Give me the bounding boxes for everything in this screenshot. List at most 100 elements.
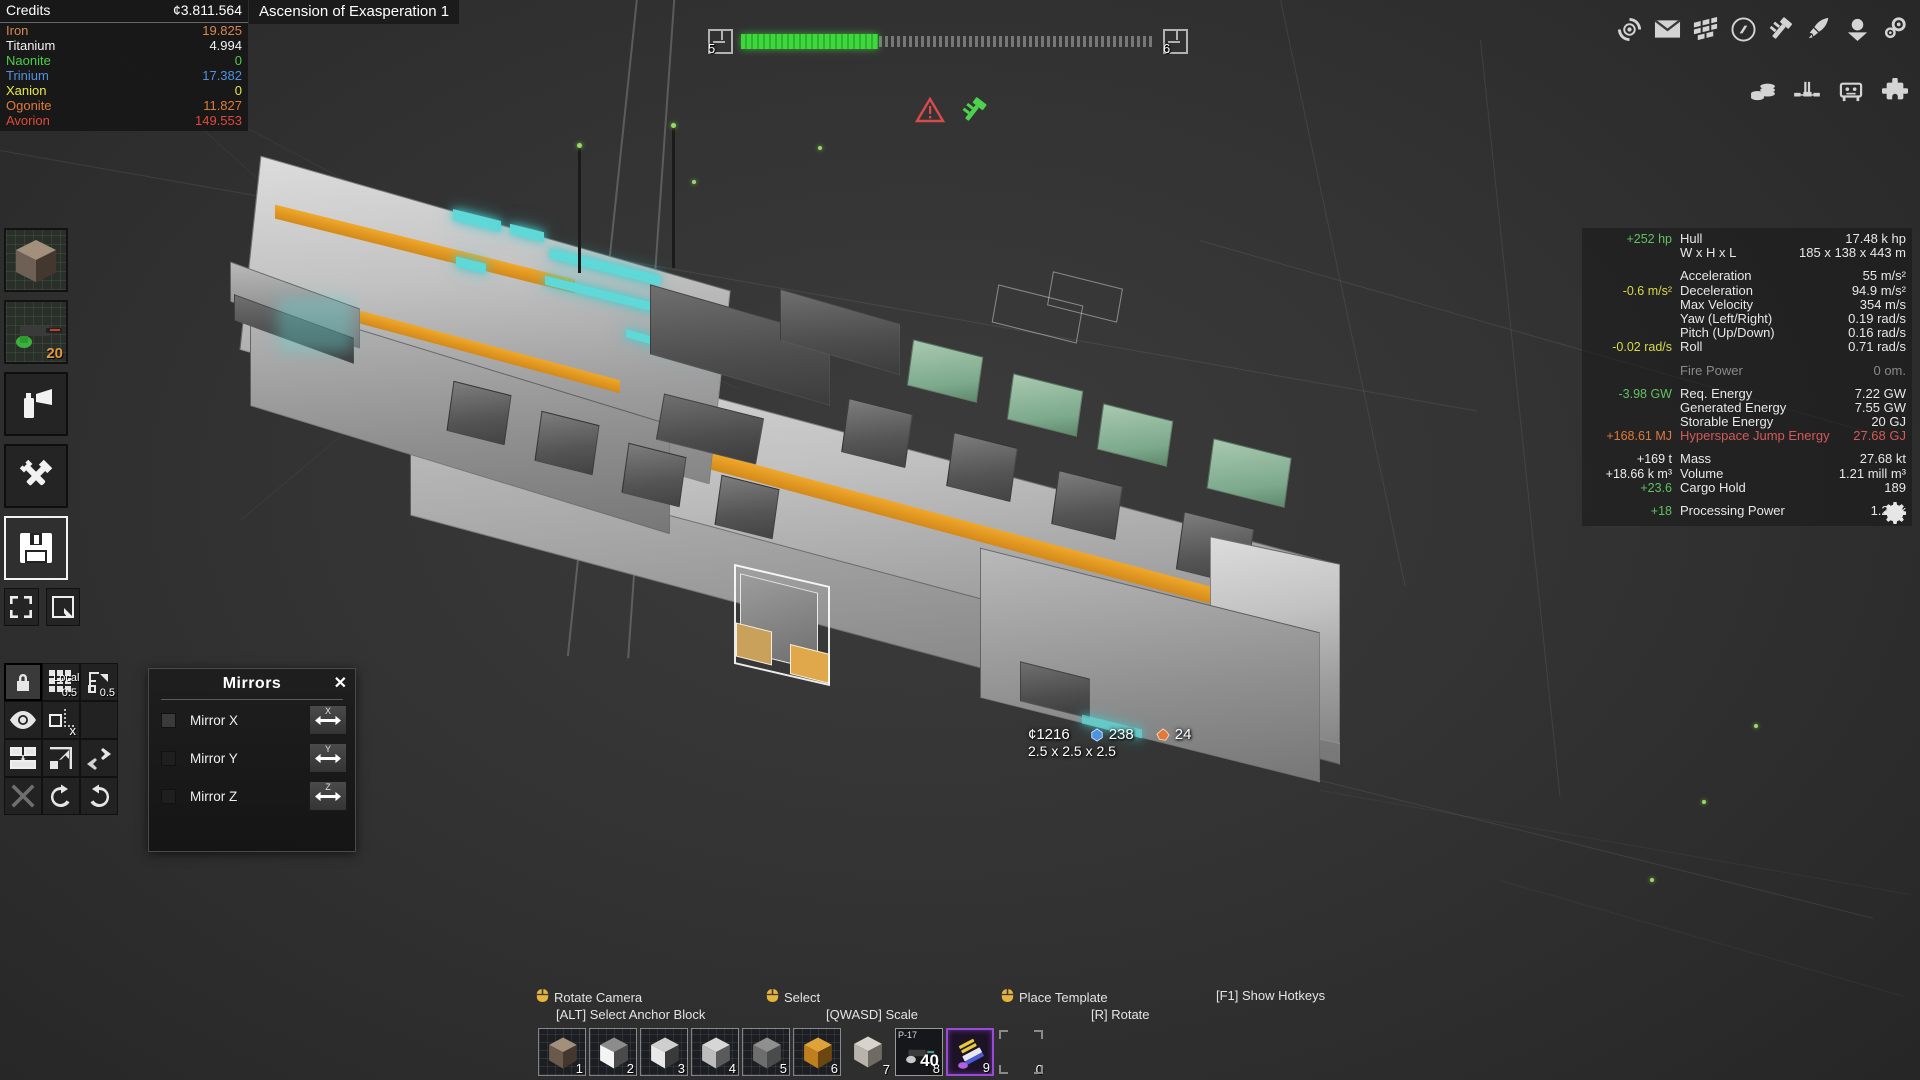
- build-tools-icon[interactable]: [1766, 14, 1796, 44]
- control-hint: [R] Rotate: [1091, 1007, 1150, 1022]
- stat-row: +23.6 Cargo Hold 189: [1588, 479, 1906, 495]
- turret-selector[interactable]: 20: [4, 300, 68, 364]
- hotbar-block-armor[interactable]: 5: [742, 1028, 790, 1076]
- save-design[interactable]: [4, 516, 68, 580]
- trade-coins-icon[interactable]: [1748, 76, 1778, 106]
- settings-gears-icon[interactable]: [1880, 14, 1910, 44]
- delete-tool[interactable]: [4, 777, 42, 815]
- floppy-disk-icon: [6, 518, 66, 578]
- hotbar[interactable]: 1 2 3 4 5 6 7 P-17 40 8 9 0: [538, 1028, 1045, 1077]
- build-tool-grid[interactable]: Local 0.5 0.5 x: [4, 663, 118, 815]
- resource-row: Xanion 0: [0, 83, 248, 98]
- top-icon-bar[interactable]: [1614, 14, 1910, 44]
- mirror-z-checkbox[interactable]: [161, 788, 176, 804]
- hotbar-block-thruster[interactable]: 3: [640, 1028, 688, 1076]
- mirror-x-checkbox[interactable]: [161, 712, 176, 728]
- mouse-icon: [1001, 988, 1014, 1006]
- resource-name: Xanion: [6, 83, 47, 98]
- warning-triangle-icon[interactable]: [914, 96, 946, 129]
- hotbar-slot-number: 5: [779, 1061, 787, 1076]
- stat-delta: -3.98 GW: [1618, 386, 1673, 401]
- hotbar-slot-number: 6: [830, 1061, 838, 1076]
- hotbar-block-light[interactable]: 2: [589, 1028, 637, 1076]
- block-dimensions: 2.5 x 2.5 x 2.5: [1028, 743, 1116, 759]
- secondary-icon-bar[interactable]: [1748, 76, 1910, 106]
- hotbar-template-saved[interactable]: 7: [844, 1028, 892, 1077]
- page-title: Ascension of Exasperation 1: [259, 3, 450, 20]
- game-screen: ¢1216 238 24 2.5 x 2.5 x 2.5 Credits ¢3.…: [0, 0, 1920, 1080]
- 3d-viewport[interactable]: ¢1216 238 24 2.5 x 2.5 x 2.5: [0, 0, 1920, 1080]
- sector-map-icon[interactable]: [1690, 14, 1720, 44]
- hotbar-block-hull[interactable]: 1: [538, 1028, 586, 1076]
- align-blocks-tool[interactable]: [4, 739, 42, 777]
- flip-tool[interactable]: [80, 739, 118, 777]
- undo-tool[interactable]: [42, 777, 80, 815]
- stats-settings-gear-icon[interactable]: [1882, 500, 1908, 526]
- stat-value: 185 x 138 x 443 m: [1799, 245, 1906, 261]
- galaxy-map-icon[interactable]: [1614, 14, 1644, 44]
- station-layout-icon[interactable]: [1792, 76, 1822, 106]
- left-tool-column[interactable]: 20: [4, 228, 80, 626]
- mirrors-dialog[interactable]: Mirrors ✕ Mirror X X Mirror Y Y Mirror Z Z: [148, 668, 356, 852]
- ship-model[interactable]: [220, 110, 1400, 830]
- stat-delta: +23.6: [1640, 480, 1672, 495]
- hotbar-block-cargo[interactable]: 6: [793, 1028, 841, 1076]
- build-hammer-icon[interactable]: [959, 96, 989, 129]
- ship-module-cell: [1206, 438, 1292, 508]
- puzzle-mods-icon[interactable]: [1880, 76, 1910, 106]
- selected-template-block[interactable]: [730, 563, 850, 687]
- paint-tool[interactable]: [4, 372, 68, 436]
- mirror-axis-letter: X: [324, 706, 332, 716]
- ship-rocket-icon[interactable]: [1804, 14, 1834, 44]
- lock-symmetry-tool[interactable]: [4, 663, 42, 701]
- stat-value: 27.68 kt: [1859, 451, 1906, 467]
- mirror-z-arrows-icon[interactable]: Z: [309, 781, 347, 811]
- wrench-screwdriver-icon: [6, 446, 66, 506]
- resource-row: Iron 19.825: [0, 23, 248, 38]
- mail-icon[interactable]: [1652, 14, 1682, 44]
- compass-icon[interactable]: [1728, 14, 1758, 44]
- block-type-selector[interactable]: [4, 228, 68, 292]
- mirror-y-arrows-icon[interactable]: Y: [309, 743, 347, 773]
- hotbar-slot-number: 1: [575, 1061, 583, 1076]
- mirror-y-checkbox[interactable]: [161, 750, 176, 766]
- close-icon[interactable]: ✕: [334, 673, 347, 693]
- repair-tool[interactable]: [4, 444, 68, 508]
- hotbar-empty-slot[interactable]: 0: [997, 1028, 1045, 1077]
- redo-tool[interactable]: [80, 777, 118, 815]
- hotbar-block-gyro[interactable]: 4: [691, 1028, 739, 1076]
- hotbar-slot-number: 3: [677, 1061, 685, 1076]
- hotbar-slot-number: 9: [982, 1060, 990, 1075]
- empty-cell: [80, 701, 118, 739]
- stat-name: Max Velocity: [1680, 296, 1753, 312]
- stat-row: +169 t Mass 27.68 kt: [1588, 451, 1906, 467]
- resource-row: Naonite 0: [0, 53, 248, 68]
- waypoint-dot: [1754, 724, 1758, 728]
- select-frame-icon[interactable]: [4, 588, 39, 626]
- trinium-amount: 238: [1108, 726, 1134, 743]
- stat-delta: +168.61 MJ: [1606, 429, 1672, 444]
- stat-name: Cargo Hold: [1680, 479, 1746, 495]
- axis-plane-tool[interactable]: x: [42, 701, 80, 739]
- stat-row: -0.02 rad/s Roll 0.71 rad/s: [1588, 340, 1906, 355]
- scale-snap-tool[interactable]: 0.5: [80, 663, 118, 701]
- ai-captain-icon[interactable]: [1836, 76, 1866, 106]
- control-hint: [QWASD] Scale: [826, 1007, 918, 1022]
- hotbar-slot-number: 7: [882, 1062, 890, 1077]
- box-select-icon[interactable]: [45, 588, 80, 626]
- mirror-x-arrows-icon[interactable]: X: [309, 705, 347, 735]
- selection-tools[interactable]: [4, 588, 80, 626]
- stat-row: Generated Energy 7.55 GW: [1588, 400, 1906, 415]
- grid-snap-tool[interactable]: Local 0.5: [42, 663, 80, 701]
- stat-name: Processing Power: [1680, 503, 1785, 518]
- hotbar-turret-slot[interactable]: P-17 40 8: [895, 1028, 943, 1076]
- visibility-tool[interactable]: [4, 701, 42, 739]
- player-icon[interactable]: [1842, 14, 1872, 44]
- move-scale-tool[interactable]: [42, 739, 80, 777]
- stat-row: +252 hp Hull 17.48 k hp: [1588, 231, 1906, 246]
- hotbar-tool-slot[interactable]: 9: [946, 1028, 994, 1076]
- grid-line: [1480, 39, 1561, 796]
- stat-value: 20 GJ: [1871, 414, 1906, 430]
- trinium-material-icon: [1090, 728, 1103, 742]
- progress-fill: [741, 33, 878, 49]
